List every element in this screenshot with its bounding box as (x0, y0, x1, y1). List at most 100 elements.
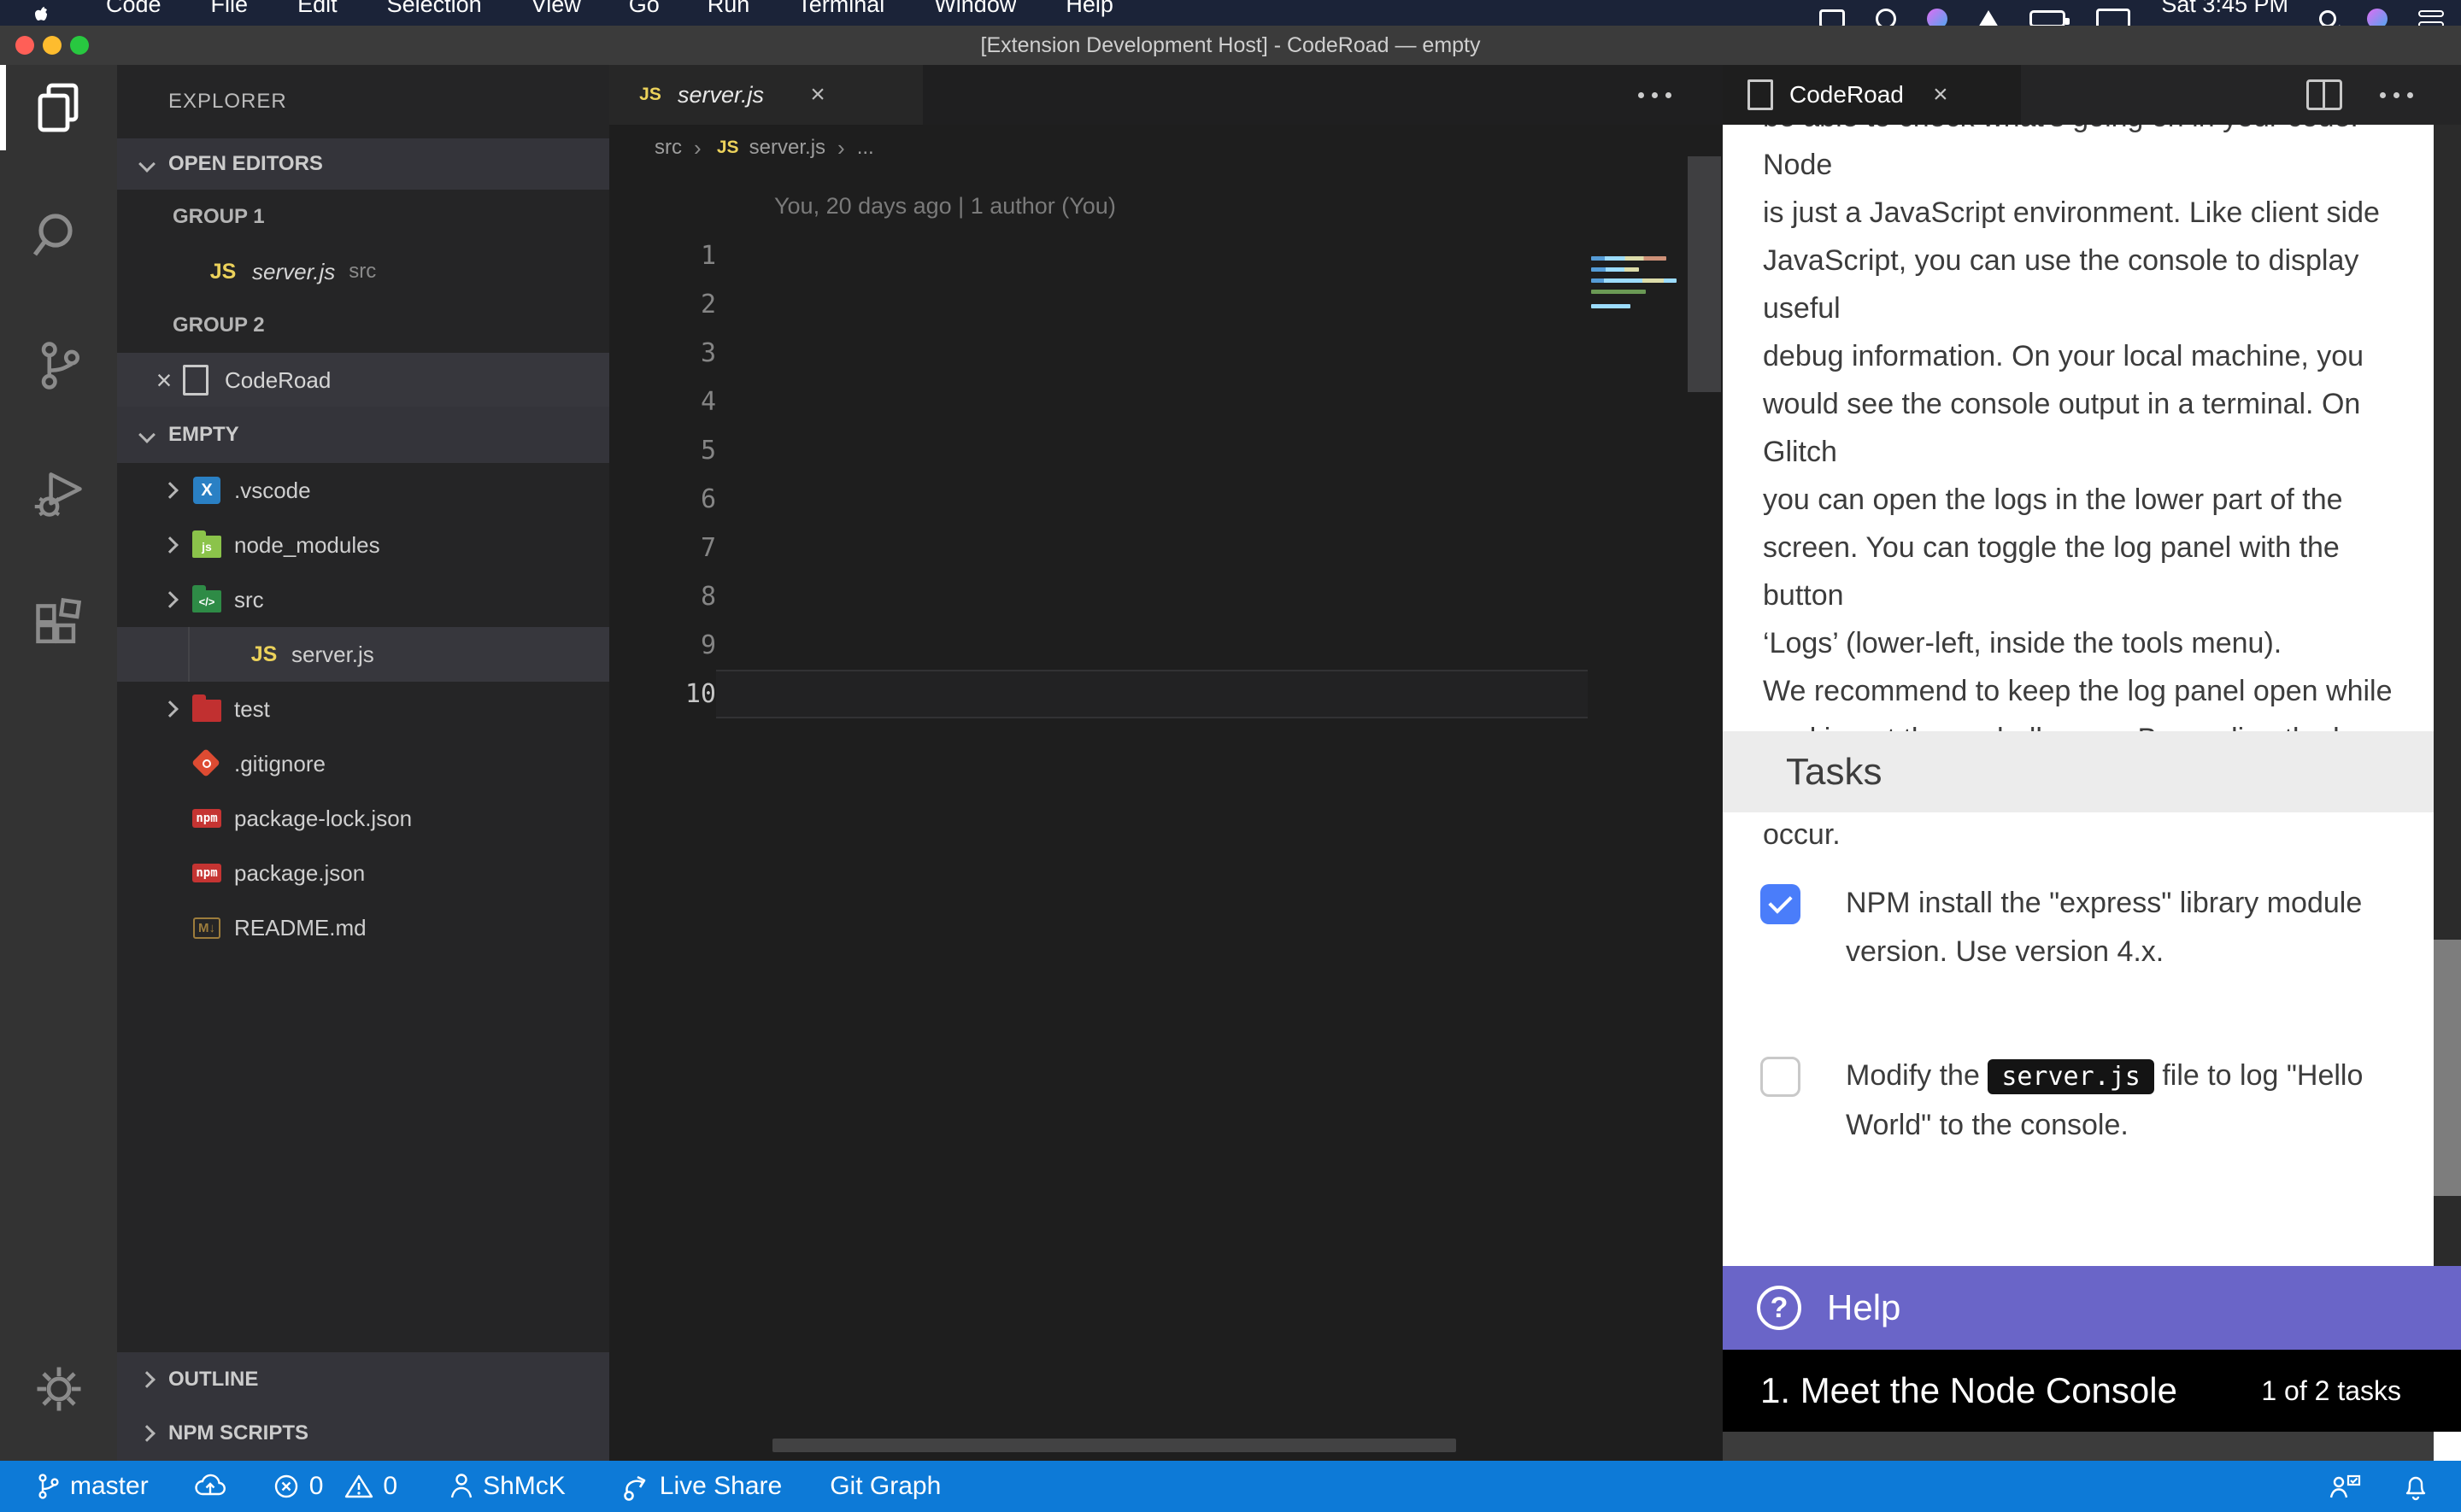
sync-icon[interactable] (1876, 9, 1896, 26)
feedback-person-icon[interactable] (2328, 1471, 2362, 1502)
code-line: 3 const app = express(); (609, 329, 1686, 378)
help-button[interactable]: ? Help (1723, 1266, 2461, 1350)
battery-icon[interactable] (2029, 10, 2065, 26)
breadcrumb-src[interactable]: src (655, 136, 682, 160)
tree-row[interactable]: .gitignore (117, 736, 609, 791)
code-text (716, 475, 1686, 524)
problems-status[interactable]: 0 0 (272, 1472, 397, 1501)
menu-item[interactable]: View (532, 0, 581, 26)
tree-row[interactable]: package-lock.json (117, 791, 609, 846)
menubar-clock[interactable]: Sat 3:45 PM (2161, 0, 2288, 26)
folder-section-header[interactable]: EMPTY (117, 407, 609, 463)
file-type-icon (190, 583, 224, 617)
editor-group: server.js × src › server.js › ... You, 2… (609, 65, 1723, 1461)
close-tab-icon[interactable]: × (1926, 80, 1955, 109)
keyboard-icon[interactable] (2096, 9, 2130, 26)
tree-row[interactable]: server.js (117, 627, 609, 682)
menu-label: Help (1066, 0, 1113, 24)
notifications-bell-icon[interactable] (2401, 1471, 2430, 1502)
split-editor-icon[interactable] (2306, 79, 2342, 110)
minimap[interactable] (1588, 154, 1686, 1350)
close-icon[interactable]: × (150, 365, 179, 396)
activity-run-debug[interactable] (0, 451, 117, 536)
npm-scripts-section-header[interactable]: NPM SCRIPTS (117, 1406, 609, 1461)
branch-name: master (70, 1472, 149, 1501)
activity-search[interactable] (0, 193, 117, 278)
tree-row[interactable]: .vscode (117, 463, 609, 518)
menu-item[interactable]: Window (934, 0, 1016, 26)
panel-actions (2306, 65, 2461, 125)
file-name-label: src (234, 587, 264, 613)
open-editor-coderoad[interactable]: × CodeRoad (117, 353, 609, 407)
task-text-line: Modify the server.js file to log "Hello (1846, 1052, 2363, 1101)
breadcrumb-server-js[interactable]: server.js (749, 136, 825, 160)
live-share-button[interactable]: Live Share (620, 1470, 782, 1503)
scrollbar-thumb[interactable] (2434, 940, 2461, 1196)
tab-coderoad[interactable]: CodeRoad × (1723, 65, 2021, 125)
file-name-label: package.json (234, 860, 365, 887)
file-type-icon (190, 692, 224, 726)
line-number: 7 (609, 533, 716, 563)
menu-item[interactable]: Help (1066, 0, 1113, 26)
display-icon[interactable] (1819, 9, 1845, 26)
gitlens-blame-annotation: You, 20 days ago | 1 author (You) (774, 193, 1116, 220)
scrollbar-thumb[interactable] (1688, 156, 1721, 392)
sync-changes-button[interactable] (193, 1471, 227, 1502)
tree-row[interactable]: README.md (117, 900, 609, 955)
account-status[interactable]: ShMcK (449, 1471, 566, 1502)
file-name-label: README.md (234, 915, 367, 941)
editor-horizontal-scrollbar[interactable] (772, 1439, 1456, 1452)
menu-label: Terminal (797, 0, 884, 24)
siri-orb-icon[interactable] (1927, 9, 1947, 26)
webview-scrollbar[interactable] (2434, 125, 2461, 1266)
tree-row[interactable]: package.json (117, 846, 609, 900)
chevron-icon (162, 591, 179, 608)
spotlight-icon[interactable] (2319, 10, 2336, 26)
apple-menu-icon[interactable] (31, 5, 51, 26)
code-text: // -- DO NOT EDIT BELOW THIS LINE (716, 524, 1686, 572)
menu-item[interactable]: Edit (297, 0, 338, 26)
menu-label: Code (106, 0, 162, 24)
siri-icon[interactable] (2367, 9, 2388, 26)
pointer-icon[interactable] (1978, 10, 1999, 26)
instructions-line: We recommend to keep the log panel open … (1763, 667, 2412, 715)
tab-server-js[interactable]: server.js × (609, 65, 923, 125)
menu-item[interactable]: Selection (387, 0, 482, 26)
editor-actions-more-icon[interactable] (1638, 92, 1671, 98)
control-center-icon[interactable] (2418, 10, 2444, 26)
live-share-label: Live Share (660, 1472, 782, 1501)
open-editors-label: OPEN EDITORS (168, 152, 323, 176)
open-editors-header[interactable]: OPEN EDITORS (117, 138, 609, 190)
editor-vertical-scrollbar[interactable] (1686, 65, 1723, 1461)
checkbox-checked[interactable] (1760, 884, 1800, 924)
chevron-right-icon (138, 1371, 156, 1388)
tree-row[interactable]: node_modules (117, 518, 609, 572)
menu-item[interactable]: File (211, 0, 249, 26)
activity-settings[interactable] (0, 1346, 117, 1432)
line-number: 8 (609, 582, 716, 612)
breadcrumb-symbol[interactable]: ... (857, 136, 874, 160)
code-text (716, 378, 1686, 426)
git-branch-status[interactable]: master (34, 1472, 149, 1501)
more-actions-icon[interactable] (2380, 92, 2413, 98)
menu-item[interactable]: Code (106, 0, 162, 26)
chevron-right-icon (138, 1425, 156, 1442)
file-type-icon (247, 637, 281, 671)
tree-row[interactable]: test (117, 682, 609, 736)
activity-explorer[interactable] (0, 65, 117, 150)
close-tab-icon[interactable]: × (803, 80, 832, 109)
activity-extensions[interactable] (0, 583, 117, 668)
menu-item[interactable]: Terminal (797, 0, 884, 26)
code-area[interactable]: 1 const express = require("express"); 2 … (609, 231, 1686, 718)
menu-label: View (532, 0, 581, 24)
menu-item[interactable]: Go (629, 0, 660, 26)
tree-row[interactable]: src (117, 572, 609, 627)
checkbox-unchecked[interactable] (1760, 1057, 1800, 1097)
activity-source-control[interactable] (0, 323, 117, 408)
code-text: const express = require("express"); (716, 231, 1686, 280)
git-graph-button[interactable]: Git Graph (830, 1472, 941, 1501)
js-file-icon (206, 255, 240, 289)
outline-section-header[interactable]: OUTLINE (117, 1352, 609, 1406)
menu-item[interactable]: Run (708, 0, 750, 26)
open-editor-server-js[interactable]: server.js src (117, 244, 609, 299)
